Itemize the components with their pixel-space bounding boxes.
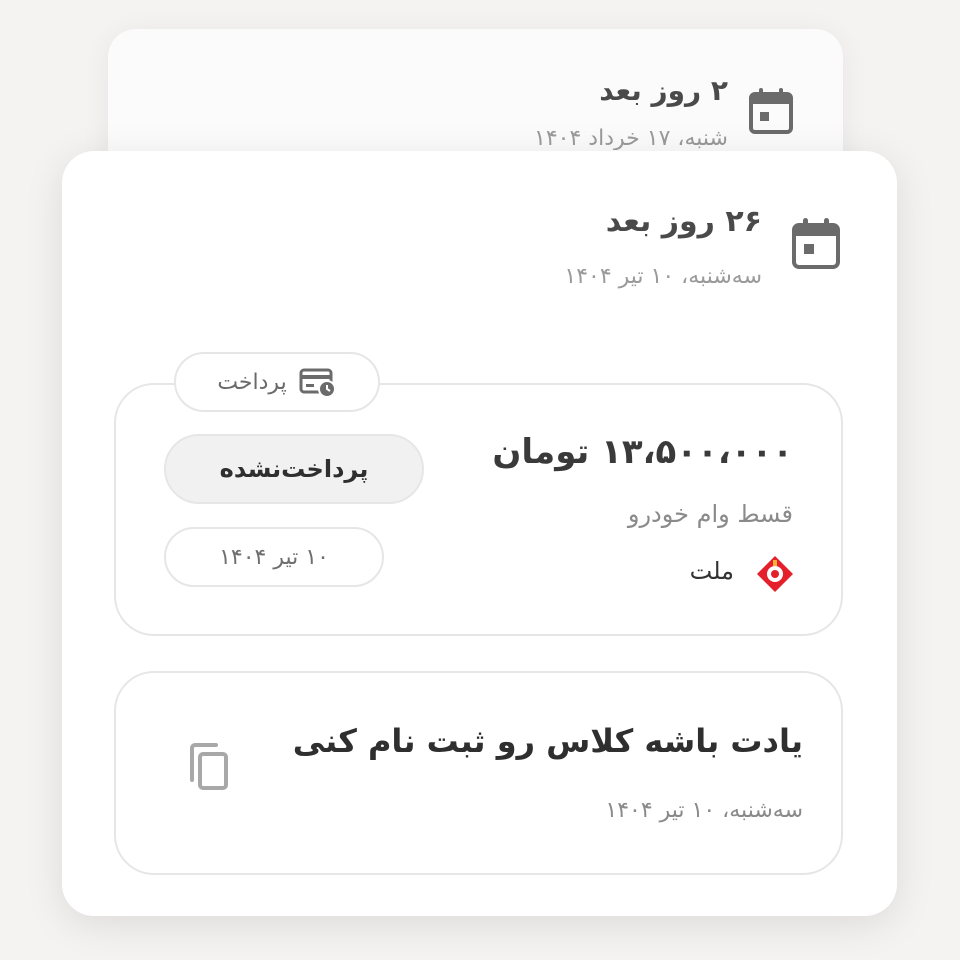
back-event-date: شنبه، ۱۷ خرداد ۱۴۰۴ <box>534 126 728 150</box>
payment-amount: ۱۳،۵۰۰،۰۰۰ تومان <box>492 432 793 472</box>
payment-due-date-label: ۱۰ تیر ۱۴۰۴ <box>219 544 329 570</box>
calendar-icon <box>749 88 793 134</box>
payment-status-label: پرداخت‌نشده <box>219 455 369 483</box>
payment-due-date: ۱۰ تیر ۱۴۰۴ <box>164 527 384 587</box>
bank-mellat-logo <box>757 556 793 592</box>
card-clock-icon <box>299 368 336 398</box>
payment-status-button[interactable]: پرداخت‌نشده <box>164 434 424 504</box>
back-event-title: ۲ روز بعد <box>599 74 728 107</box>
event-date: سه‌شنبه، ۱۰ تیر ۱۴۰۴ <box>564 264 762 289</box>
reminder-title: یادت باشه کلاس رو ثبت نام کنی <box>292 722 803 760</box>
payment-legend: پرداخت <box>174 352 380 412</box>
copy-icon[interactable] <box>186 742 232 792</box>
reminder-date: سه‌شنبه، ۱۰ تیر ۱۴۰۴ <box>605 798 803 823</box>
payment-legend-label: پرداخت <box>217 369 287 395</box>
calendar-icon <box>792 218 840 269</box>
payment-description: قسط وام خودرو <box>627 500 793 528</box>
event-title: ۲۶ روز بعد <box>605 204 762 239</box>
bank-name: ملت <box>689 557 734 585</box>
